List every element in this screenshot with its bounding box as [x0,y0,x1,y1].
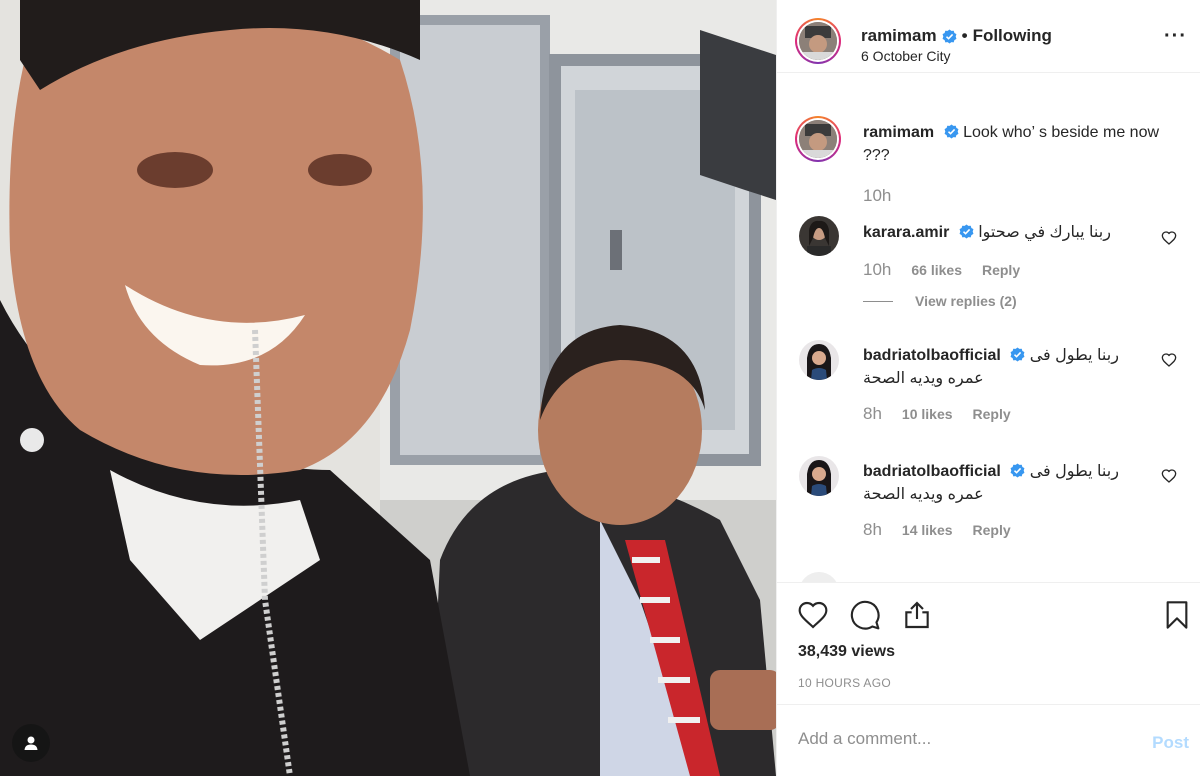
verified-badge-icon [1010,347,1025,362]
like-comment-heart-icon[interactable] [1161,230,1177,246]
post-location[interactable]: 6 October City [861,48,950,64]
follow-button[interactable]: Following [973,26,1052,46]
comment-text: ربنا يبارك في صحتوا [978,224,1111,241]
post-header: ramimam • Following 6 October City ··· [777,0,1200,73]
caption-meta: 10h [863,186,911,206]
comment-text-block: badriatolbaofficial ربنا يطول فى عمره وي… [863,460,1153,506]
verified-badge-icon [959,224,974,239]
comment-bubble-icon[interactable] [849,599,881,631]
like-comment-heart-icon[interactable] [1161,468,1177,484]
commenter-avatar[interactable] [799,456,839,496]
separator-dot: • [961,26,968,45]
comment-text-block: karara.amir ربنا يبارك في صحتوا [863,221,1153,244]
heart-icon[interactable] [797,599,829,631]
like-comment-heart-icon[interactable] [1161,352,1177,368]
comment-meta: 8h 10 likes Reply [863,404,1031,424]
view-replies-button[interactable]: View replies (2) [863,293,1017,309]
add-comment-bar: Post [777,704,1200,776]
commenter-avatar[interactable] [799,572,839,582]
caption-time[interactable]: 10h [863,186,891,206]
author-username[interactable]: ramimam [861,26,937,46]
verified-badge-icon [942,28,957,44]
tag-people-button[interactable] [12,724,50,762]
reply-button[interactable]: Reply [973,406,1011,422]
post-comment-button[interactable]: Post [1152,733,1189,753]
view-replies-label: View replies (2) [915,293,1017,309]
post-media[interactable] [0,0,776,776]
commenter-avatar[interactable] [799,216,839,256]
post-details-panel: ramimam • Following 6 October City ··· r… [776,0,1200,776]
comment-likes[interactable]: 10 likes [902,406,953,422]
caption-username[interactable]: ramimam [863,124,934,141]
comment-likes[interactable]: 14 likes [902,522,953,538]
comments-list[interactable]: ramimam Look who’ s beside me now ??? 10… [777,74,1200,582]
replies-divider-line [863,300,893,302]
reply-button[interactable]: Reply [982,262,1020,278]
more-options-icon[interactable]: ··· [1164,26,1187,46]
comment-time[interactable]: 8h [863,404,882,424]
comment-input[interactable] [798,729,1128,749]
comment-meta: 8h 14 likes Reply [863,520,1031,540]
comment-username[interactable]: badriatolbaofficial [863,347,1001,364]
comment-likes[interactable]: 66 likes [911,262,962,278]
comment-text-block: badriatolbaofficial ربنا يطول فى عمره وي… [863,344,1153,390]
caption-text-block: ramimam Look who’ s beside me now ??? [863,121,1163,167]
author-avatar[interactable] [795,18,841,64]
comment-username[interactable]: karara.amir [863,224,949,241]
commenter-avatar[interactable] [799,340,839,380]
bookmark-icon[interactable] [1161,599,1193,631]
video-frame [0,0,776,776]
post-actions: 38,439 views 10 HOURS AGO [777,582,1200,704]
reply-button[interactable]: Reply [973,522,1011,538]
share-icon[interactable] [901,599,933,631]
post-timestamp[interactable]: 10 HOURS AGO [798,676,891,690]
verified-badge-icon [1010,463,1025,478]
comment-time[interactable]: 8h [863,520,882,540]
verified-badge-icon [944,124,959,139]
comment-username[interactable]: badriatolbaofficial [863,463,1001,480]
caption-avatar[interactable] [795,116,841,162]
comment-time[interactable]: 10h [863,260,891,280]
comment-meta: 10h 66 likes Reply [863,260,1040,280]
view-count[interactable]: 38,439 views [798,643,895,661]
user-tag-icon [24,736,38,750]
